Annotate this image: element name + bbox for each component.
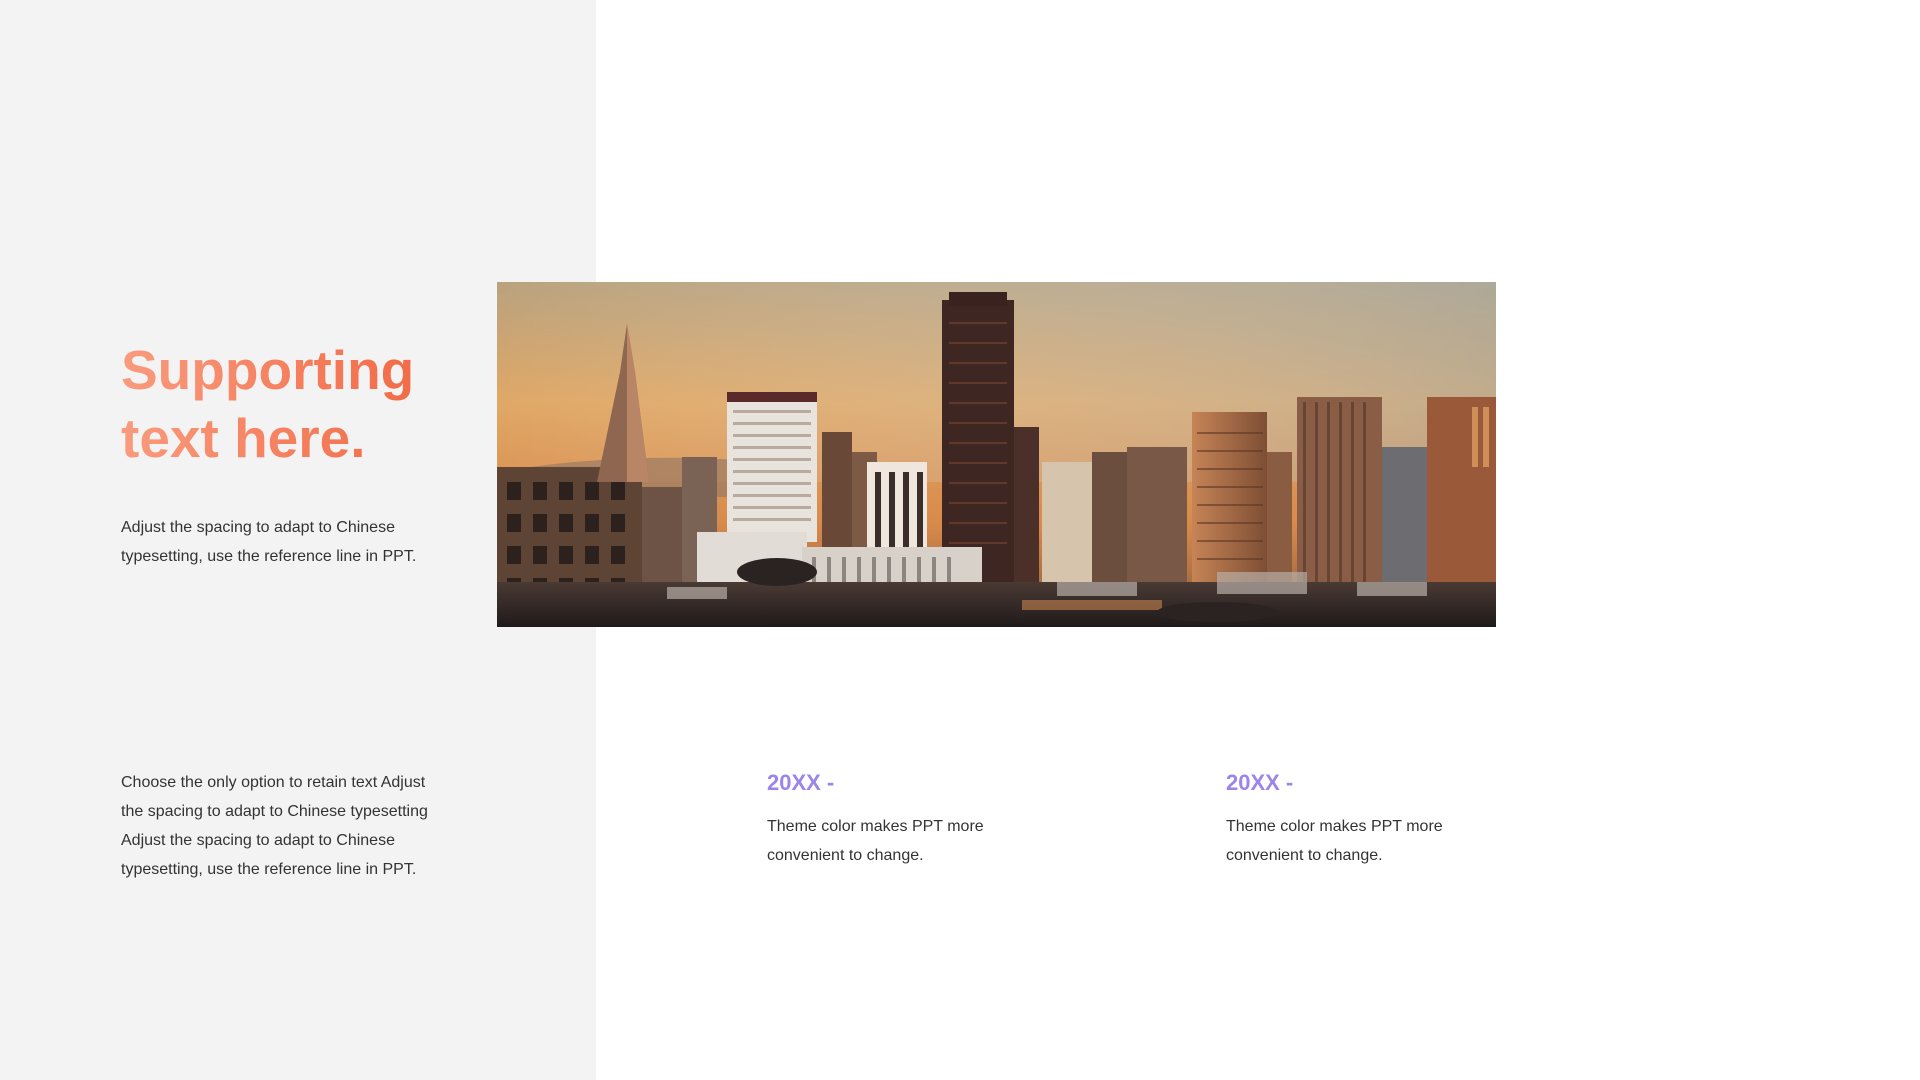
lower-left-text-line-2: the spacing to adapt to Chinese typesett… xyxy=(121,803,428,820)
lower-left-text-line-3: Adjust the spacing to adapt to Chinese xyxy=(121,832,395,849)
city-skyline-photo xyxy=(497,282,1496,627)
timeline-description-2-line-2: convenient to change. xyxy=(1226,847,1383,864)
slide-title: Supporting text here. xyxy=(121,336,481,472)
lower-left-text-line-4: typesetting, use the reference line in P… xyxy=(121,861,417,878)
timeline-description-2: Theme color makes PPT more convenient to… xyxy=(1226,812,1526,870)
timeline-description-2-line-1: Theme color makes PPT more xyxy=(1226,818,1443,835)
intro-text: Adjust the spacing to adapt to Chinese t… xyxy=(121,513,461,571)
lower-left-text: Choose the only option to retain text Ad… xyxy=(121,768,461,884)
timeline-description-1-line-1: Theme color makes PPT more xyxy=(767,818,984,835)
slide-title-line-2: text here. xyxy=(121,407,366,469)
timeline-description-1-line-2: convenient to change. xyxy=(767,847,924,864)
intro-text-line-1: Adjust the spacing to adapt to Chinese xyxy=(121,519,395,536)
lower-left-text-line-1: Choose the only option to retain text Ad… xyxy=(121,774,426,791)
slide-title-line-1: Supporting xyxy=(121,339,415,401)
intro-text-line-2: typesetting, use the reference line in P… xyxy=(121,548,417,565)
timeline-year-2: 20XX - xyxy=(1226,770,1294,795)
timeline-year-1: 20XX - xyxy=(767,770,835,795)
timeline-description-1: Theme color makes PPT more convenient to… xyxy=(767,812,1067,870)
